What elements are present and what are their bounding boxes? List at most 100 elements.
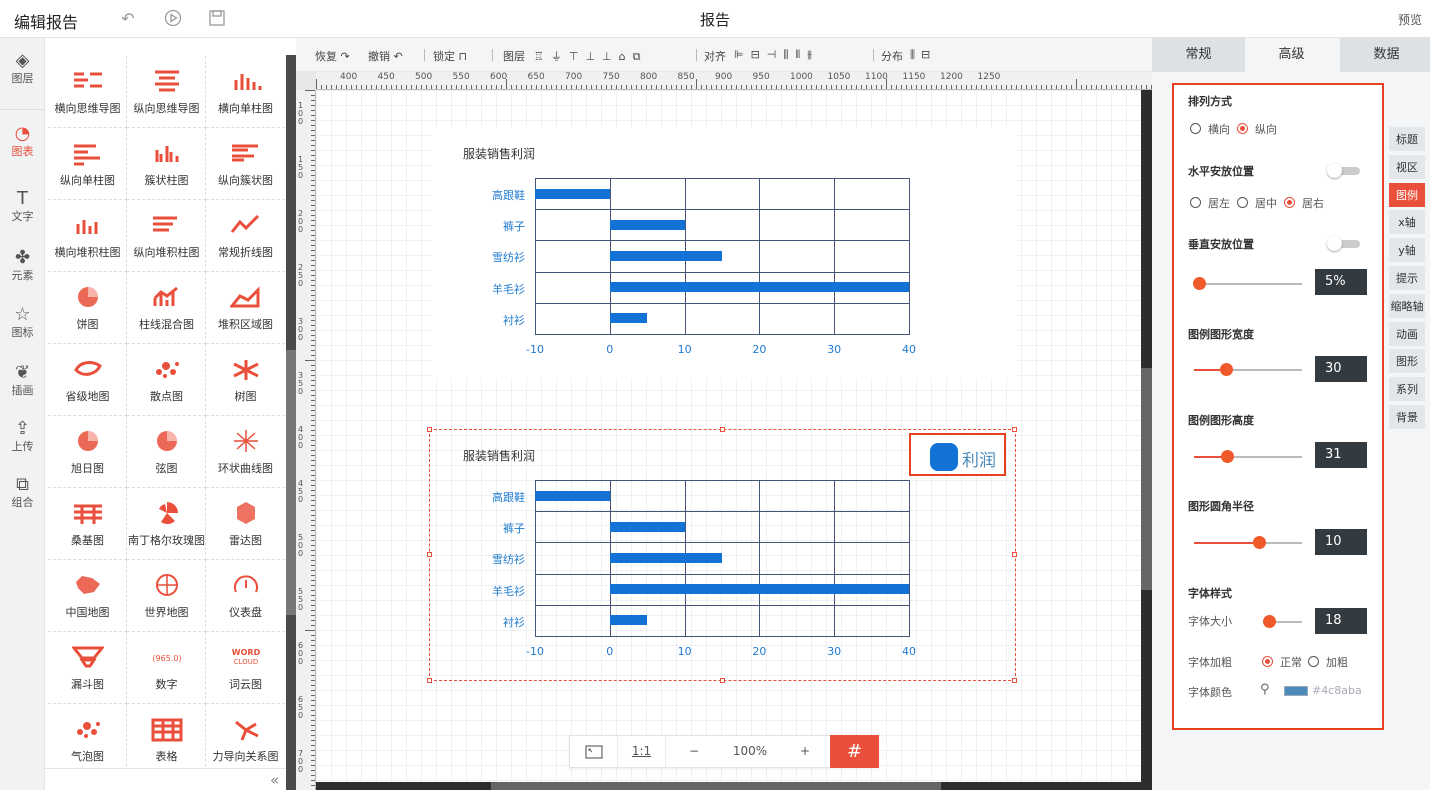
resize-handle[interactable] <box>720 427 725 432</box>
one-to-one-button[interactable]: 1:1 <box>618 736 666 767</box>
preview-button[interactable]: 预览 <box>1398 11 1422 28</box>
rail-item-chart[interactable]: ◔ 图表 <box>0 117 45 173</box>
side-tab[interactable]: 系列 <box>1389 377 1425 404</box>
distribute-icons[interactable]: ⫼⊟ <box>910 48 936 62</box>
font-color-swatch[interactable] <box>1284 686 1308 696</box>
zoom-out-button[interactable]: − <box>666 736 722 767</box>
lock-button[interactable]: 锁定 ⊓ <box>433 48 467 64</box>
rail-item-layers[interactable]: ◈ 图层 <box>0 44 45 110</box>
side-tab[interactable]: 标题 <box>1389 127 1425 153</box>
tab-data[interactable]: 数据 <box>1340 38 1430 72</box>
rail-item-elements[interactable]: ✤ 元素 <box>0 241 45 297</box>
rail-item-text[interactable]: T 文字 <box>0 182 45 238</box>
legend-height-value[interactable]: 31 <box>1315 442 1367 468</box>
side-tab[interactable]: 图例 <box>1389 182 1425 209</box>
collapse-panel-icon[interactable]: « <box>270 771 286 789</box>
component-item[interactable]: 桑基图 <box>48 488 127 560</box>
side-tab[interactable]: y轴 <box>1389 238 1425 265</box>
component-item[interactable]: 横向单柱图 <box>206 56 285 128</box>
component-item[interactable]: 仪表盘 <box>206 560 285 632</box>
component-item[interactable]: 横向堆积柱图 <box>48 200 127 272</box>
legend-width-slider[interactable] <box>1194 363 1302 376</box>
resize-handle[interactable] <box>720 678 725 683</box>
resize-handle[interactable] <box>1012 427 1017 432</box>
component-item[interactable]: WORD CLOUD 词云图 <box>206 632 285 704</box>
zoom-in-button[interactable]: + <box>778 736 832 767</box>
component-item[interactable]: 环状曲线图 <box>206 416 285 488</box>
component-item[interactable]: 中国地图 <box>48 560 127 632</box>
component-item[interactable]: 表格 <box>127 704 206 776</box>
v-position-value[interactable]: 5% <box>1315 269 1367 295</box>
undo-icon[interactable]: ↶ <box>118 9 138 29</box>
component-item[interactable]: 雷达图 <box>206 488 285 560</box>
rail-item-upload[interactable]: ⇪ 上传 <box>0 412 45 468</box>
save-icon[interactable] <box>207 9 227 29</box>
side-tab[interactable]: 动画 <box>1389 321 1425 348</box>
eyedropper-icon[interactable]: ⚲ <box>1260 682 1270 697</box>
resize-handle[interactable] <box>427 678 432 683</box>
component-item[interactable]: 力导向关系图 <box>206 704 285 776</box>
bar[interactable] <box>609 250 722 261</box>
component-item[interactable]: 横向思维导图 <box>48 56 127 128</box>
font-bold-radio[interactable] <box>1308 656 1319 667</box>
component-item[interactable]: 柱线混合图 <box>127 272 206 344</box>
radius-value[interactable]: 10 <box>1315 529 1367 555</box>
side-tab[interactable]: 图形 <box>1389 349 1425 376</box>
rail-item-group[interactable]: ⧉ 组合 <box>0 468 45 524</box>
component-item[interactable]: 纵向思维导图 <box>127 56 206 128</box>
side-tab[interactable]: x轴 <box>1389 210 1425 237</box>
component-item[interactable]: 常规折线图 <box>206 200 285 272</box>
legend-width-value[interactable]: 30 <box>1315 356 1367 382</box>
bar[interactable] <box>609 282 909 293</box>
side-tab[interactable]: 视区 <box>1389 154 1425 181</box>
side-tab[interactable]: 缩略轴 <box>1389 293 1425 320</box>
chart-legend[interactable]: 利润 <box>909 433 1006 476</box>
component-item[interactable]: 树图 <box>206 344 285 416</box>
rail-item-star[interactable]: ☆ 图标 <box>0 298 45 354</box>
legend-height-slider[interactable] <box>1194 450 1302 463</box>
component-panel-scrollbar[interactable] <box>286 55 296 790</box>
bar[interactable] <box>609 313 648 324</box>
component-item[interactable]: 纵向单柱图 <box>48 128 127 200</box>
play-icon[interactable] <box>163 9 183 29</box>
radius-slider[interactable] <box>1194 536 1302 549</box>
canvas-vertical-scrollbar[interactable] <box>1141 90 1152 790</box>
component-item[interactable]: 气泡图 <box>48 704 127 776</box>
canvas-horizontal-scrollbar[interactable] <box>316 782 1152 790</box>
bar[interactable] <box>535 188 610 199</box>
v-position-toggle[interactable] <box>1327 236 1360 251</box>
component-item[interactable]: 弦图 <box>127 416 206 488</box>
component-item[interactable]: 南丁格尔玫瑰图 <box>127 488 206 560</box>
resize-handle[interactable] <box>1012 678 1017 683</box>
side-tab[interactable]: 提示 <box>1389 266 1425 292</box>
component-item[interactable]: 旭日图 <box>48 416 127 488</box>
layer-order-icons[interactable]: ♖⏚⊤⊥⊥⌂⧉ <box>534 48 647 64</box>
component-item[interactable]: 省级地图 <box>48 344 127 416</box>
h-right-radio[interactable] <box>1284 197 1295 208</box>
rail-item-illustration[interactable]: ❦ 插画 <box>0 356 45 412</box>
h-left-radio[interactable] <box>1190 197 1201 208</box>
side-tab[interactable]: 背景 <box>1389 405 1425 431</box>
fit-screen-button[interactable] <box>570 736 618 767</box>
undo-button[interactable]: 撤销 ↶ <box>368 48 403 64</box>
component-item[interactable]: (965.0) 数字 <box>127 632 206 704</box>
component-item[interactable]: 散点图 <box>127 344 206 416</box>
component-item[interactable]: 簇状柱图 <box>127 128 206 200</box>
resize-handle[interactable] <box>1012 552 1017 557</box>
align-icons[interactable]: ⊫⊟⊣⫼⫴⫵ <box>734 48 819 62</box>
layout-horizontal-radio[interactable] <box>1190 123 1201 134</box>
font-size-slider[interactable] <box>1262 615 1302 628</box>
font-color-value[interactable]: #4c8aba <box>1312 684 1362 697</box>
resize-handle[interactable] <box>427 552 432 557</box>
layout-vertical-radio[interactable] <box>1237 123 1248 134</box>
font-normal-radio[interactable] <box>1262 656 1273 667</box>
component-item[interactable]: 饼图 <box>48 272 127 344</box>
v-position-slider[interactable] <box>1193 277 1302 290</box>
component-item[interactable]: 世界地图 <box>127 560 206 632</box>
component-item[interactable]: 漏斗图 <box>48 632 127 704</box>
bar[interactable] <box>609 219 685 230</box>
grid-toggle-button[interactable]: # <box>830 735 879 768</box>
h-position-toggle[interactable] <box>1327 163 1360 178</box>
tab-advanced[interactable]: 高级 <box>1245 38 1338 72</box>
chart-container[interactable]: 服装销售利润 -10 0 10 20 30 40 高跟鞋 裤子 雪纺衫 羊毛衫 衬衫 <box>431 128 1017 378</box>
